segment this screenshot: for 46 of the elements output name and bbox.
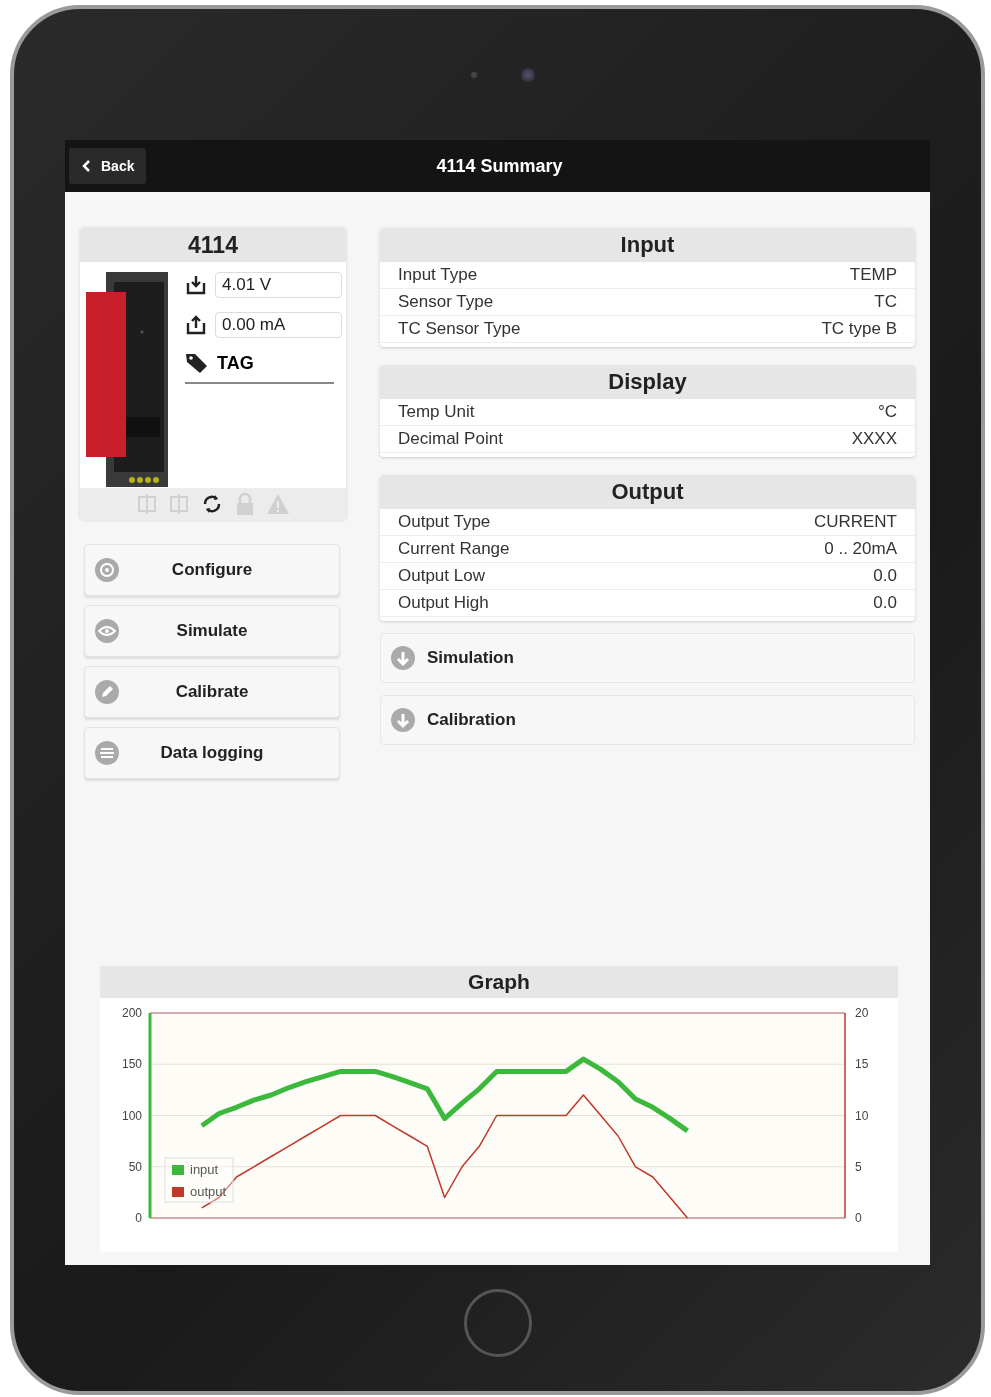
section-title: Output <box>380 475 915 509</box>
collapsible-header[interactable]: Simulation <box>380 633 915 683</box>
setting-label: Input Type <box>398 265 478 285</box>
setting-value: 0 .. 20mA <box>824 539 897 559</box>
axis-tick-label: 0 <box>135 1211 142 1225</box>
setting-label: Decimal Point <box>398 429 503 449</box>
axis-tick-label: 5 <box>855 1159 862 1174</box>
section-title: Input <box>380 228 915 262</box>
axis-tick-label: 150 <box>121 1057 142 1072</box>
setting-label: TC Sensor Type <box>398 319 521 339</box>
axis-tick-label: 0 <box>855 1211 862 1225</box>
setting-value: XXXX <box>851 429 897 449</box>
collapsible-header[interactable]: Calibration <box>380 695 915 745</box>
axis-tick-label: 10 <box>855 1108 869 1123</box>
setting-label: Current Range <box>398 539 510 559</box>
value-field: 0.00 mA <box>215 312 342 338</box>
axis-tick-label: 15 <box>855 1057 869 1072</box>
setting-value: TC <box>874 292 897 312</box>
action-button[interactable]: Configure <box>84 544 340 596</box>
setting-value: CURRENT <box>813 512 897 532</box>
back-button[interactable]: Back <box>69 148 147 184</box>
axis-tick-label: 20 <box>855 1006 869 1020</box>
action-button[interactable]: Data logging <box>84 727 340 779</box>
axis-tick-label: 100 <box>121 1108 142 1123</box>
axis-tick-label: 50 <box>128 1159 142 1174</box>
graph-title: Graph <box>100 966 898 998</box>
action-button[interactable]: Simulate <box>84 605 340 657</box>
screen-title: 4114 Summary <box>436 155 563 177</box>
legend-label: input <box>190 1162 219 1177</box>
value-field: 4.01 V <box>215 272 342 298</box>
setting-label: Sensor Type <box>398 292 494 312</box>
setting-value: °C <box>877 402 897 422</box>
action-button[interactable]: Calibrate <box>84 666 340 718</box>
setting-label: Output Type <box>398 512 491 532</box>
legend-label: output <box>190 1184 227 1199</box>
setting-label: Temp Unit <box>398 402 475 422</box>
setting-label: Output Low <box>398 566 485 586</box>
setting-value: TC type B <box>821 319 897 339</box>
setting-value: 0.0 <box>873 593 897 613</box>
setting-label: Output High <box>398 593 489 613</box>
setting-value: 0.0 <box>873 566 897 586</box>
setting-value: TEMP <box>849 265 897 285</box>
section-title: Display <box>380 365 915 399</box>
tag-label: TAG <box>217 352 254 374</box>
axis-tick-label: 200 <box>121 1006 142 1020</box>
device-title: 4114 <box>80 228 346 262</box>
